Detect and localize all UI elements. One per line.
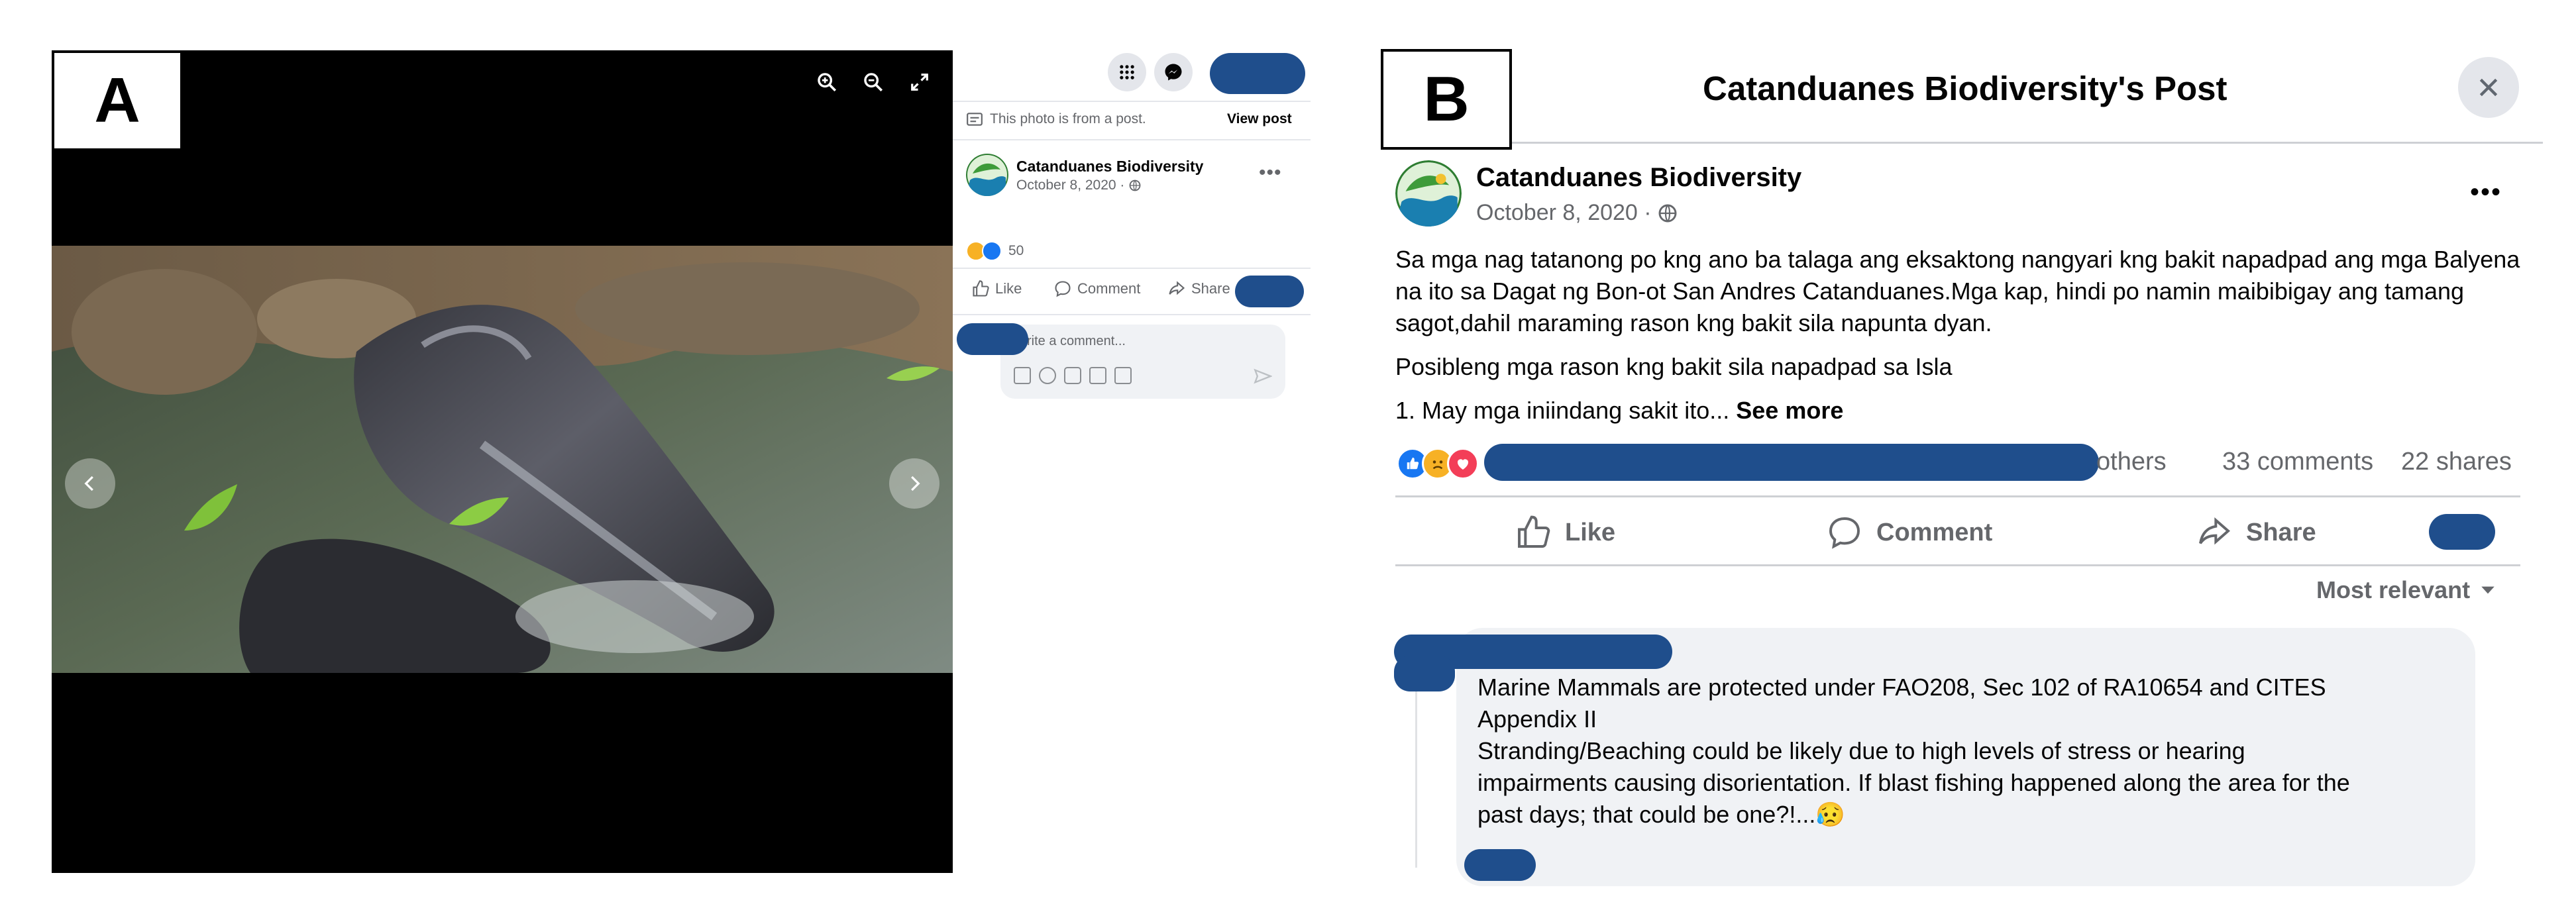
- comment-line: Stranding/Beaching could be likely due t…: [1477, 737, 2245, 764]
- like-button[interactable]: Like: [1515, 514, 1615, 551]
- comments-count[interactable]: 33 comments: [2222, 448, 2373, 476]
- redacted-avatar: [957, 323, 1028, 355]
- post-paragraph-2: Posibleng mga rason kng bakit sila napad…: [1395, 353, 1953, 380]
- redacted-profile: [1210, 53, 1305, 94]
- apps-grid-icon[interactable]: [1108, 53, 1146, 91]
- actions-top-divider: [1395, 495, 2520, 497]
- send-icon[interactable]: [1254, 368, 1272, 384]
- reaction-icons[interactable]: [1397, 448, 1479, 480]
- close-button[interactable]: [2458, 57, 2519, 118]
- divider: [953, 139, 1311, 140]
- comment-label: Comment: [1876, 518, 1993, 546]
- page-avatar[interactable]: [1395, 160, 1462, 227]
- thumbs-up-icon: [973, 280, 989, 297]
- next-photo-button[interactable]: [889, 458, 939, 509]
- divider: [953, 101, 1311, 102]
- redacted-avatar: [2429, 514, 2495, 550]
- comment-input-placeholder[interactable]: rite a comment...: [1027, 334, 1126, 349]
- like-label: Like: [995, 280, 1022, 297]
- redacted-reply-avatar: [1464, 849, 1536, 881]
- post-paragraph-3: 1. May mga iniindang sakit ito... See mo…: [1395, 395, 2522, 427]
- reactions-row[interactable]: 50: [966, 241, 1024, 261]
- panel-label-b: B: [1381, 49, 1512, 150]
- share-icon: [1169, 281, 1185, 295]
- gif-icon[interactable]: [1089, 367, 1106, 384]
- globe-icon: [1658, 204, 1677, 222]
- reaction-count: 50: [1008, 243, 1024, 258]
- divider: [953, 314, 1311, 315]
- share-button[interactable]: Share: [1167, 280, 1230, 298]
- view-post-link[interactable]: View post: [1227, 111, 1292, 127]
- more-options-icon[interactable]: •••: [2470, 178, 2502, 207]
- love-reaction-icon: [1447, 448, 1479, 480]
- redacted-commenter-avatar: [1394, 656, 1455, 691]
- page-name[interactable]: Catanduanes Biodiversity: [1476, 163, 1801, 193]
- camera-icon[interactable]: [1064, 367, 1081, 384]
- zoom-in-icon[interactable]: [814, 69, 840, 95]
- share-button[interactable]: Share: [2196, 514, 2316, 551]
- photo-notice: This photo is from a post.: [990, 111, 1146, 127]
- composer-tools: [1014, 367, 1132, 384]
- comment-icon: [1055, 281, 1071, 297]
- thumbs-up-icon: [1518, 515, 1550, 548]
- comment-line: Marine Mammals are protected under FAO20…: [1477, 674, 2326, 701]
- comment-icon: [1829, 517, 1860, 549]
- redacted-reactor-names: [1484, 444, 2099, 481]
- close-icon: [2479, 78, 2498, 97]
- redacted-avatar: [1235, 276, 1304, 307]
- comment-text: Marine Mammals are protected under FAO20…: [1477, 672, 2458, 831]
- like-button[interactable]: Like: [971, 280, 1022, 298]
- sort-label: Most relevant: [2316, 576, 2471, 603]
- avatar-sticker-icon[interactable]: [1014, 367, 1031, 384]
- comment-line: impairments causing disorientation. If b…: [1477, 769, 2350, 796]
- shares-count[interactable]: 22 shares: [2401, 448, 2512, 476]
- like-reaction-icon: [982, 241, 1002, 261]
- sad-emoji: 😥: [1815, 801, 1846, 828]
- panel-label-a: A: [52, 50, 183, 151]
- header-divider: [1512, 142, 2543, 144]
- actions-bottom-divider: [1395, 564, 2520, 566]
- post-dialog-title: Catanduanes Biodiversity's Post: [1703, 70, 2227, 107]
- share-label: Share: [2246, 518, 2316, 546]
- caret-down-icon: [2481, 586, 2495, 594]
- sticker-icon[interactable]: [1114, 367, 1132, 384]
- stranded-whale-photo: [52, 246, 953, 673]
- comment-label: Comment: [1077, 280, 1141, 297]
- post-excerpt: 1. May mga iniindang sakit ito...: [1395, 397, 1730, 424]
- page-name[interactable]: Catanduanes Biodiversity: [1016, 158, 1203, 176]
- globe-icon: [1130, 179, 1141, 191]
- share-label: Share: [1191, 280, 1230, 297]
- reaction-others[interactable]: others: [2096, 448, 2167, 476]
- post-date[interactable]: October 8, 2020 ·: [1476, 200, 1652, 226]
- messenger-icon[interactable]: [1154, 53, 1193, 91]
- post-icon: [967, 113, 983, 126]
- comment-line: past days; that could be one?!...😥: [1477, 799, 2458, 831]
- zoom-out-icon[interactable]: [860, 69, 886, 95]
- see-more-link[interactable]: See more: [1736, 397, 1843, 424]
- page-avatar[interactable]: [966, 154, 1008, 196]
- comment-line: Appendix II: [1477, 705, 1597, 733]
- divider: [953, 268, 1311, 269]
- comment-button[interactable]: Comment: [1053, 280, 1140, 298]
- photo-notice-row: This photo is from a post.: [966, 111, 1146, 127]
- comment-button[interactable]: Comment: [1826, 514, 1992, 551]
- share-icon: [2199, 517, 2231, 545]
- previous-photo-button[interactable]: [65, 458, 115, 509]
- photo-viewer: [52, 50, 953, 873]
- thread-line: [1415, 662, 1417, 868]
- like-label: Like: [1565, 518, 1616, 546]
- more-options-icon[interactable]: •••: [1259, 162, 1282, 184]
- post-date[interactable]: October 8, 2020 ·: [1016, 178, 1124, 193]
- emoji-icon[interactable]: [1039, 367, 1056, 384]
- sort-dropdown[interactable]: Most relevant: [2316, 576, 2496, 604]
- post-paragraph-1: Sa mga nag tatanong po kng ano ba talaga…: [1395, 246, 2520, 336]
- comment-composer[interactable]: rite a comment...: [1000, 325, 1285, 399]
- comment-line-end: past days; that could be one?!...: [1477, 801, 1816, 828]
- fullscreen-icon[interactable]: [906, 69, 933, 95]
- post-meta: October 8, 2020 ·: [1476, 200, 1678, 226]
- post-meta: October 8, 2020 ·: [1016, 178, 1142, 193]
